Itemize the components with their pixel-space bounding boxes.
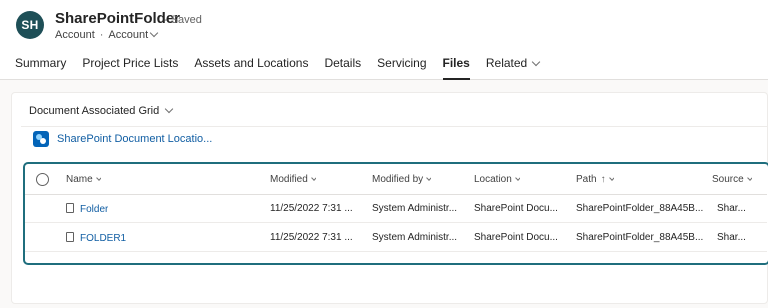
column-header-modified-by-label: Modified by [372, 173, 424, 185]
files-card: Document Associated Grid SharePoint Docu… [11, 92, 768, 304]
form-selector-label: Account [108, 29, 149, 41]
cell-name[interactable]: Folder [66, 202, 108, 215]
grid-header-row: Name Modified Modified by Location Path ↑… [25, 164, 767, 195]
tab-assets-and-locations[interactable]: Assets and Locations [186, 55, 316, 80]
document-grid: Name Modified Modified by Location Path ↑… [23, 162, 768, 265]
table-row[interactable]: FOLDER1 11/25/2022 7:31 ... System Admin… [25, 224, 767, 252]
folder-icon [66, 202, 74, 213]
sharepoint-icon [33, 131, 49, 147]
tab-details[interactable]: Details [316, 55, 369, 80]
chevron-down-icon [514, 174, 520, 181]
cell-modified: 11/25/2022 7:31 ... [270, 203, 353, 214]
page-title: SharePointFolder [55, 10, 181, 27]
column-header-source-label: Source [712, 173, 744, 185]
avatar: SH [16, 11, 44, 39]
save-status: - Saved [164, 14, 202, 26]
tab-servicing[interactable]: Servicing [369, 55, 434, 80]
chevron-down-icon [746, 174, 752, 181]
chevron-down-icon [531, 57, 541, 67]
sharepoint-location-label: SharePoint Document Locatio... [57, 133, 213, 145]
tab-project-price-lists[interactable]: Project Price Lists [74, 55, 186, 80]
divider [21, 126, 768, 127]
column-header-name[interactable]: Name [66, 174, 101, 185]
tab-summary[interactable]: Summary [0, 55, 74, 80]
tab-related[interactable]: Related [478, 55, 547, 80]
grid-view-selector[interactable]: Document Associated Grid [29, 104, 174, 117]
column-header-path[interactable]: Path ↑ [576, 174, 614, 185]
table-row[interactable]: Folder 11/25/2022 7:31 ... System Admini… [25, 195, 767, 223]
cell-path: SharePointFolder_88A45B... [576, 232, 704, 243]
cell-location: SharePoint Docu... [474, 232, 558, 243]
chevron-down-icon [310, 174, 316, 181]
chevron-down-icon [149, 28, 159, 38]
folder-icon [66, 231, 74, 242]
cell-source: Shar... [717, 232, 746, 243]
cell-name[interactable]: FOLDER1 [66, 231, 126, 244]
folder-link[interactable]: FOLDER1 [80, 233, 126, 244]
form-selector[interactable]: Account [108, 28, 159, 41]
grid-title-label: Document Associated Grid [29, 105, 160, 117]
select-all-checkbox[interactable] [36, 172, 49, 186]
chevron-down-icon [164, 104, 174, 114]
tab-files[interactable]: Files [435, 55, 478, 80]
column-header-modified[interactable]: Modified [270, 174, 316, 185]
column-header-name-label: Name [66, 173, 93, 185]
column-header-path-label: Path [576, 173, 597, 185]
column-header-modified-by[interactable]: Modified by [372, 173, 432, 185]
tab-related-label: Related [485, 56, 528, 70]
chevron-down-icon [95, 174, 101, 181]
folder-link[interactable]: Folder [80, 204, 108, 215]
column-header-location-label: Location [474, 173, 512, 185]
chevron-down-icon [426, 174, 432, 181]
record-header: SH SharePointFolder - Saved Account · Ac… [0, 0, 768, 80]
cell-location: SharePoint Docu... [474, 203, 558, 214]
chevron-down-icon [608, 174, 614, 181]
cell-source: Shar... [717, 203, 746, 214]
cell-modified-by: System Administr... [372, 232, 458, 243]
cell-modified: 11/25/2022 7:31 ... [270, 232, 353, 243]
column-header-source[interactable]: Source [712, 174, 752, 185]
column-header-location[interactable]: Location [474, 174, 520, 185]
sort-ascending-icon: ↑ [600, 173, 606, 185]
cell-modified-by: System Administr... [372, 203, 458, 214]
tab-bar: Summary Project Price Lists Assets and L… [0, 55, 547, 80]
column-header-modified-label: Modified [270, 173, 308, 185]
cell-path: SharePointFolder_88A45B... [576, 203, 704, 214]
sharepoint-location-link[interactable]: SharePoint Document Locatio... [33, 131, 212, 147]
separator-dot: · [99, 29, 104, 41]
entity-name: Account [55, 29, 95, 41]
record-subtitle: Account · Account [55, 28, 159, 41]
